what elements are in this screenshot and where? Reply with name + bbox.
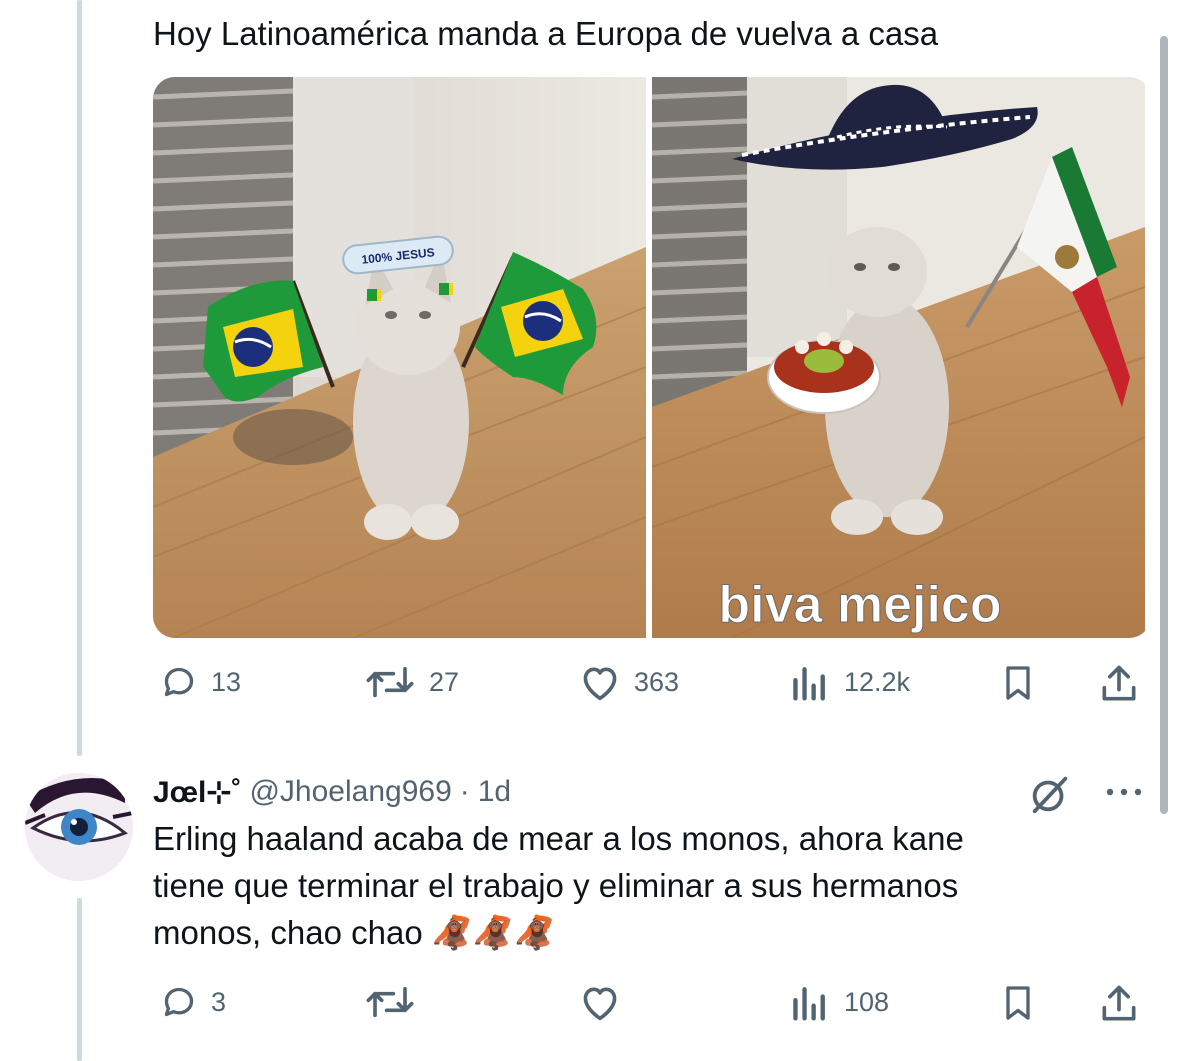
like-icon xyxy=(583,987,617,1021)
bookmark-button[interactable] xyxy=(998,662,1038,704)
retweet-icon xyxy=(366,986,414,1018)
views-icon xyxy=(793,987,825,1021)
views-button[interactable]: 12.2k xyxy=(788,662,910,702)
share-icon xyxy=(1102,665,1136,701)
reply-button[interactable]: 13 xyxy=(159,662,241,702)
reply-share-button[interactable] xyxy=(1097,982,1141,1026)
grok-icon xyxy=(1032,776,1068,814)
more-icon xyxy=(1106,788,1142,796)
reply-retweet-button[interactable] xyxy=(363,982,429,1022)
reply-icon xyxy=(164,667,194,697)
reply-display-name[interactable]: Jœl⊹˚ xyxy=(153,775,241,810)
brazil-cat-illustration: 100% JESUS xyxy=(153,77,646,638)
retweet-count: 27 xyxy=(429,666,460,697)
bookmark-icon xyxy=(1006,666,1030,700)
tweet-actions: 13 27 363 12.2k xyxy=(153,662,1151,708)
mexico-cat-illustration: biva mejico xyxy=(652,77,1145,638)
retweet-icon xyxy=(366,666,414,698)
reply-like-button[interactable] xyxy=(578,982,634,1022)
share-icon xyxy=(1102,985,1136,1021)
reply-separator: · xyxy=(459,775,470,808)
reply-icon xyxy=(164,987,194,1017)
reply-text-line-1: Erling haaland acaba de mear a los monos… xyxy=(153,820,964,857)
reply-avatar[interactable] xyxy=(25,773,133,881)
reply-reply-button[interactable]: 3 xyxy=(159,982,226,1022)
retweet-button[interactable]: 27 xyxy=(363,662,459,702)
media-image-brazil-cat[interactable]: 100% JESUS xyxy=(153,77,646,638)
views-icon xyxy=(793,667,825,701)
media-image-mexico-cat[interactable]: biva mejico xyxy=(652,77,1145,638)
tweet-media[interactable]: 100% JESUS biva mejico xyxy=(153,77,1151,638)
media-caption: biva mejico xyxy=(718,576,1001,634)
orangutan-emoji: 🦧🦧🦧 xyxy=(431,914,556,951)
reply-views-button[interactable]: 108 xyxy=(788,982,889,1022)
thread-line-bottom xyxy=(77,898,82,1061)
share-button[interactable] xyxy=(1097,662,1141,706)
scrollbar[interactable] xyxy=(1160,36,1168,814)
reply-handle[interactable]: @Jhoelang969 xyxy=(249,775,451,809)
tweet-text: Hoy Latinoamérica manda a Europa de vuel… xyxy=(153,15,939,52)
views-count: 12.2k xyxy=(844,666,911,697)
reply-count: 13 xyxy=(211,666,242,697)
reply-views-count: 108 xyxy=(844,986,890,1017)
reply-actions: 3 108 xyxy=(153,982,1151,1028)
like-icon xyxy=(583,667,617,701)
reply-text-line-2: tiene que terminar el trabajo y eliminar… xyxy=(153,867,959,904)
avatar-eye-illustration xyxy=(25,773,133,881)
like-button[interactable]: 363 xyxy=(578,662,679,702)
reply-text-line-3: monos, chao chao xyxy=(153,914,432,951)
reply-timestamp[interactable]: 1d xyxy=(478,775,511,809)
reply-text: Erling haaland acaba de mear a los monos… xyxy=(153,815,1113,956)
like-count: 363 xyxy=(634,666,680,697)
thread-line-top xyxy=(77,0,82,756)
bookmark-icon xyxy=(1006,986,1030,1020)
more-button[interactable] xyxy=(1102,780,1146,809)
reply-reply-count: 3 xyxy=(211,986,227,1017)
reply-header: Jœl⊹˚ @Jhoelang969 · 1d xyxy=(153,770,511,814)
reply-bookmark-button[interactable] xyxy=(998,982,1038,1024)
